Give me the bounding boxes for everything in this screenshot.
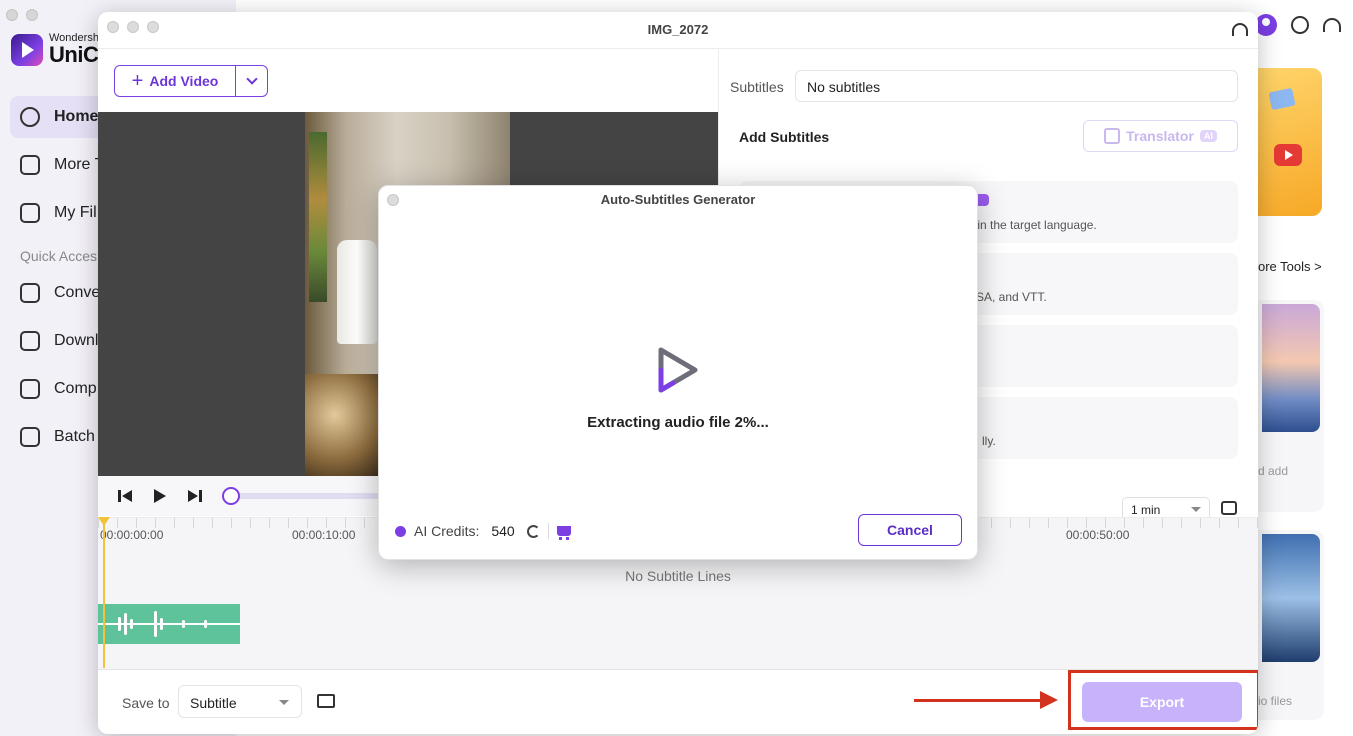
save-to-value: Subtitle xyxy=(190,695,237,711)
add-video-control: + Add Video xyxy=(114,65,268,97)
timeline-zoom-value: 1 min xyxy=(1131,503,1161,517)
dialog-title: Auto-Subtitles Generator xyxy=(600,192,756,207)
translator-label: Translator xyxy=(1126,128,1194,144)
option-description: lly. xyxy=(982,434,996,448)
play-icon[interactable] xyxy=(154,489,166,503)
tick-label: 00:00:50:00 xyxy=(1066,528,1130,542)
video-detail xyxy=(305,374,379,476)
add-subtitles-title: Add Subtitles xyxy=(739,129,830,145)
ai-credits: AI Credits: 540 xyxy=(395,523,571,540)
convert-icon xyxy=(20,283,40,303)
dropdown-arrow-icon xyxy=(279,700,289,705)
next-frame-icon[interactable] xyxy=(188,490,202,502)
video-thumbnail-icon xyxy=(1268,87,1296,111)
export-button[interactable]: Export xyxy=(1082,682,1242,722)
video-detail xyxy=(309,132,327,302)
auto-subtitles-dialog: Auto-Subtitles Generator Extracting audi… xyxy=(378,185,978,560)
dropdown-arrow-icon xyxy=(1191,507,1201,512)
tool-card-text: io files xyxy=(1258,694,1293,708)
waveform-bar xyxy=(154,611,157,637)
playhead[interactable] xyxy=(98,517,110,668)
promo-card[interactable] xyxy=(1258,68,1322,216)
waveform-bar xyxy=(118,617,121,631)
cancel-button[interactable]: Cancel xyxy=(858,514,962,546)
nav-item-label: Home xyxy=(54,108,99,125)
batch-image-icon xyxy=(20,427,40,447)
youtube-icon xyxy=(1274,144,1302,166)
toolbox-icon xyxy=(20,155,40,175)
close-window-button[interactable] xyxy=(6,9,18,21)
tick-label: 00:00:10:00 xyxy=(292,528,356,542)
annotation-arrow xyxy=(914,691,1058,709)
subtitles-select[interactable]: No subtitles xyxy=(795,70,1238,102)
nav-item-label: Conve xyxy=(54,284,101,301)
audio-waveform-track[interactable] xyxy=(98,604,240,644)
waveform-bar xyxy=(204,620,207,628)
subtitles-label: Subtitles xyxy=(730,79,784,95)
cart-icon[interactable] xyxy=(556,526,571,540)
option-description: s in the target language. xyxy=(968,218,1097,232)
waveform-bar xyxy=(130,619,133,629)
ai-badge: AI xyxy=(1199,130,1217,142)
home-right-panel: ore Tools > d add io files xyxy=(1258,0,1353,736)
tool-card[interactable]: d add xyxy=(1258,300,1324,512)
tool-card-text: d add xyxy=(1258,464,1289,478)
image-settings-icon[interactable] xyxy=(1221,501,1237,515)
previous-frame-icon[interactable] xyxy=(118,490,132,502)
add-video-dropdown[interactable] xyxy=(236,66,267,96)
no-subtitle-lines: No Subtitle Lines xyxy=(625,568,731,584)
translate-icon xyxy=(1104,128,1121,144)
add-video-label: Add Video xyxy=(149,73,219,89)
processing-logo-icon xyxy=(658,347,698,393)
compress-icon xyxy=(20,379,40,399)
chevron-down-icon xyxy=(245,73,258,85)
editor-footer: Save to Subtitle Export xyxy=(98,669,1258,734)
tick-label: 00:00:00:00 xyxy=(100,528,164,542)
ai-credits-value: 540 xyxy=(491,523,515,539)
plus-icon: + xyxy=(131,70,144,92)
download-icon xyxy=(20,331,40,351)
waveform-bar xyxy=(124,613,127,635)
editor-title: IMG_2072 xyxy=(647,22,709,37)
file-icon xyxy=(20,203,40,223)
tool-card[interactable]: io files xyxy=(1258,530,1324,720)
add-video-button[interactable]: + Add Video xyxy=(115,66,236,96)
slider-handle[interactable] xyxy=(222,487,240,505)
ai-credits-icon xyxy=(395,525,406,537)
save-to-select[interactable]: Subtitle xyxy=(178,685,302,718)
nav-item-label: My Fil xyxy=(54,204,97,221)
playback-slider[interactable] xyxy=(222,487,384,505)
window-controls xyxy=(6,9,38,21)
divider xyxy=(547,523,549,539)
nav-item-label: Batch xyxy=(54,428,95,445)
waveform-bar xyxy=(182,620,185,628)
app-logo-icon xyxy=(11,33,43,66)
more-tools-link[interactable]: ore Tools > xyxy=(1258,259,1322,274)
nav-item-label: More T xyxy=(54,156,105,173)
refresh-icon[interactable] xyxy=(526,524,540,538)
headset-icon[interactable] xyxy=(1232,23,1248,36)
progress-status: Extracting audio file 2%... xyxy=(587,414,769,431)
tool-card-image xyxy=(1262,304,1320,432)
translator-button[interactable]: Translator AI xyxy=(1083,120,1238,152)
editor-titlebar: IMG_2072 xyxy=(98,12,1258,49)
save-to-label: Save to xyxy=(122,695,170,711)
nav-item-label: Comp xyxy=(54,380,97,397)
folder-icon[interactable] xyxy=(317,694,335,708)
option-description: SA, and VTT. xyxy=(976,290,1047,304)
quick-access-label: Quick Acces xyxy=(20,248,98,264)
home-icon xyxy=(20,107,40,127)
brand: Wondersh UniCo xyxy=(11,33,112,66)
ai-credits-label: AI Credits: xyxy=(414,523,480,539)
waveform-bar xyxy=(160,618,163,630)
nav-item-label: Downl xyxy=(54,332,99,349)
tool-card-image xyxy=(1262,534,1320,662)
minimize-window-button[interactable] xyxy=(26,9,38,21)
video-detail xyxy=(337,240,377,344)
